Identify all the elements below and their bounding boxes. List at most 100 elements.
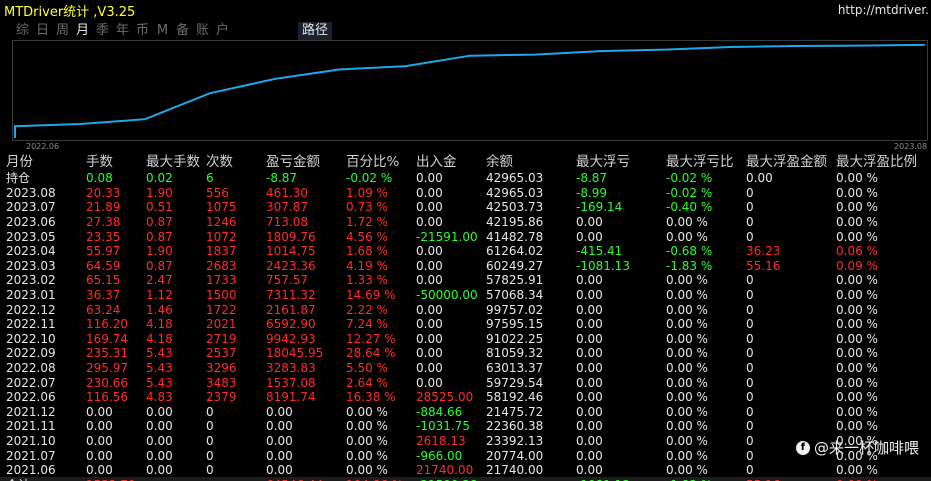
table-cell: 0.00 [576,317,603,332]
table-row[interactable]: 2023.04 55.97 1.90 1837 1014.75 1.68 % 0.00 612… [0,244,931,259]
table-cell: 0.00 % [836,200,878,215]
table-cell [480,477,570,481]
table-cell: 0.00 % [836,361,878,376]
table-cell: 0.09 % [836,258,878,273]
tab-0[interactable]: 综 [14,22,31,40]
table-row[interactable]: 2023.08 20.33 1.90 556 461.30 1.09 % 0.00 42965… [0,186,931,201]
column-header[interactable]: 最大浮盈比例 [830,153,931,171]
table-cell: 0.00 % [666,375,708,390]
column-header[interactable]: 百分比% [340,153,410,171]
table-row[interactable]: 2022.06 116.56 4.83 2379 8191.74 16.38 % 28525… [0,390,931,405]
table-row[interactable]: 2022.10 169.74 4.18 2719 9942.93 12.27 % 0.00 9… [0,332,931,347]
table-cell: 0.00 % [836,288,878,303]
column-header[interactable]: 最大手数 [140,153,200,171]
tab-5[interactable]: 年 [114,22,131,40]
table-cell: 1.68 % [346,244,388,259]
table-cell: 0.00 [416,273,443,288]
table-cell: 41482.78 [486,229,544,244]
tab-7[interactable]: M [154,22,171,40]
table-row[interactable]: 持仓 0.08 0.02 6 -8.87 -0.02 % 0.00 42965.03 -8.87… [0,171,931,186]
table-row[interactable]: 2022.09 235.31 5.43 2537 18045.95 28.64 % 0.00… [0,346,931,361]
tab-2[interactable]: 周 [54,22,71,40]
table-cell: 2022.11 [6,317,56,332]
table-cell: 5.43 [146,346,173,361]
table-cell: -21591.00 [416,229,478,244]
column-header[interactable]: 盈亏金额 [260,153,340,171]
table-cell: 295.97 [86,361,128,376]
table-cell: 5.43 [146,361,173,376]
tab-1[interactable]: 日 [34,22,51,40]
website-link[interactable]: http://mtdriver. [838,3,929,17]
column-header[interactable]: 次数 [200,153,260,171]
table-cell: -0.40 % [666,200,713,215]
table-cell: 0.00 [416,375,443,390]
table-row[interactable]: 2023.01 36.37 1.12 1500 7311.32 14.69 % -50000… [0,288,931,303]
table-row[interactable]: 2021.07 0.00 0.00 0 0.00 0.00 % -966.00 20774.0… [0,448,931,463]
table-cell: 2023.06 [6,215,56,230]
table-cell: 0.06 % [836,244,878,259]
column-header[interactable]: 出入金 [410,153,480,171]
tab-10[interactable]: 户 [214,22,231,40]
table-cell: 64546.44 [260,477,340,481]
table-cell: -1.83 % [660,477,740,481]
table-cell: 2023.02 [6,273,56,288]
table-total-row[interactable]: 合计1532.79 64546.44104.86 %-21590.28 -1081.… [0,477,931,481]
table-cell: -1031.75 [416,419,470,434]
table-row[interactable]: 2022.12 63.24 1.46 1722 2161.87 2.22 % 0.00 997… [0,302,931,317]
table-cell: 0.08 [86,171,113,186]
table-row[interactable]: 2022.07 230.66 5.43 3483 1537.08 2.64 % 0.00 59… [0,375,931,390]
table-cell: 2.22 % [346,302,388,317]
column-header[interactable]: 最大浮盈金额 [740,153,830,171]
table-row[interactable]: 2021.10 0.00 0.00 0 0.00 0.00 % 2618.13 23392.1… [0,434,931,449]
column-header[interactable]: 最大浮亏比 [660,153,740,171]
monthly-stats-table: 月份 手数 最大手数 次数 盈亏金额 百分比% 出入金 余额 最大浮亏 最大浮亏比 最大浮盈金额 最大… [0,153,931,481]
table-row[interactable]: 2021.12 0.00 0.00 0 0.00 0.00 % -884.66 21475.7… [0,405,931,420]
table-row[interactable]: 2022.11 116.20 4.18 2021 6592.90 7.24 % 0.00 97… [0,317,931,332]
path-button[interactable]: 路径 [298,22,333,40]
table-cell: 0.00 % [836,215,878,230]
table-cell: 2023.05 [6,229,56,244]
column-header[interactable]: 手数 [80,153,140,171]
table-cell: 9942.93 [266,331,316,346]
table-cell: 1.90 [146,185,173,200]
table-cell: -1081.13 [576,258,630,273]
tab-9[interactable]: 账 [194,22,211,40]
tab-6[interactable]: 币 [134,22,151,40]
table-cell: 0.00 % [836,419,878,434]
table-row[interactable]: 2021.06 0.00 0.00 0 0.00 0.00 % 21740.00 21740.… [0,463,931,478]
table-cell: 0.00 % [666,288,708,303]
table-cell: 2021 [206,317,237,332]
table-cell: -0.02 % [666,171,713,186]
table-row[interactable]: 2023.02 65.15 2.47 1733 757.57 1.33 % 0.00 5782… [0,273,931,288]
table-row[interactable]: 2022.08 295.97 5.43 3296 3283.83 5.50 % 0.00 63… [0,361,931,376]
table-cell: 61264.02 [486,244,544,259]
table-cell: 0.00 [86,419,113,434]
tab-8[interactable]: 备 [174,22,191,40]
table-row[interactable]: 2023.05 23.35 0.87 1072 1809.76 4.56 % -21591.… [0,229,931,244]
table-cell: 0.00 [576,463,603,478]
table-cell: 36.37 [86,288,121,303]
table-row[interactable]: 2023.07 21.89 0.51 1075 307.87 0.73 % 0.00 4250… [0,200,931,215]
table-cell: 2719 [206,331,237,346]
table-cell: 0 [206,463,214,478]
table-row[interactable]: 2021.11 0.00 0.00 0 0.00 0.00 % -1031.75 22360.… [0,419,931,434]
table-body: 持仓 0.08 0.02 6 -8.87 -0.02 % 0.00 42965.03 -8.87… [0,171,931,481]
table-cell: 0.00 [146,463,173,478]
table-cell: 0.00 % [346,433,388,448]
tab-4[interactable]: 季 [94,22,111,40]
column-header[interactable]: 余额 [480,153,570,171]
table-cell: 55.16 [746,258,781,273]
table-cell: 2021.07 [6,448,56,463]
table-cell: 2023.08 [6,185,56,200]
tab-3[interactable]: 月 [74,22,91,40]
table-cell: 7311.32 [266,288,316,303]
table-cell: 1.46 [146,302,173,317]
column-header[interactable]: 最大浮亏 [570,153,660,171]
table-row[interactable]: 2023.03 64.59 0.87 2683 2423.36 4.19 % 0.00 602… [0,259,931,274]
column-header[interactable]: 月份 [0,153,80,171]
table-cell: 20.33 [86,185,121,200]
table-cell: 0.00 [416,244,443,259]
table-row[interactable]: 2023.06 27.38 0.87 1246 713.08 1.72 % 0.00 4219… [0,215,931,230]
table-cell: 0.00 % [666,273,708,288]
table-cell: 0 [206,404,214,419]
